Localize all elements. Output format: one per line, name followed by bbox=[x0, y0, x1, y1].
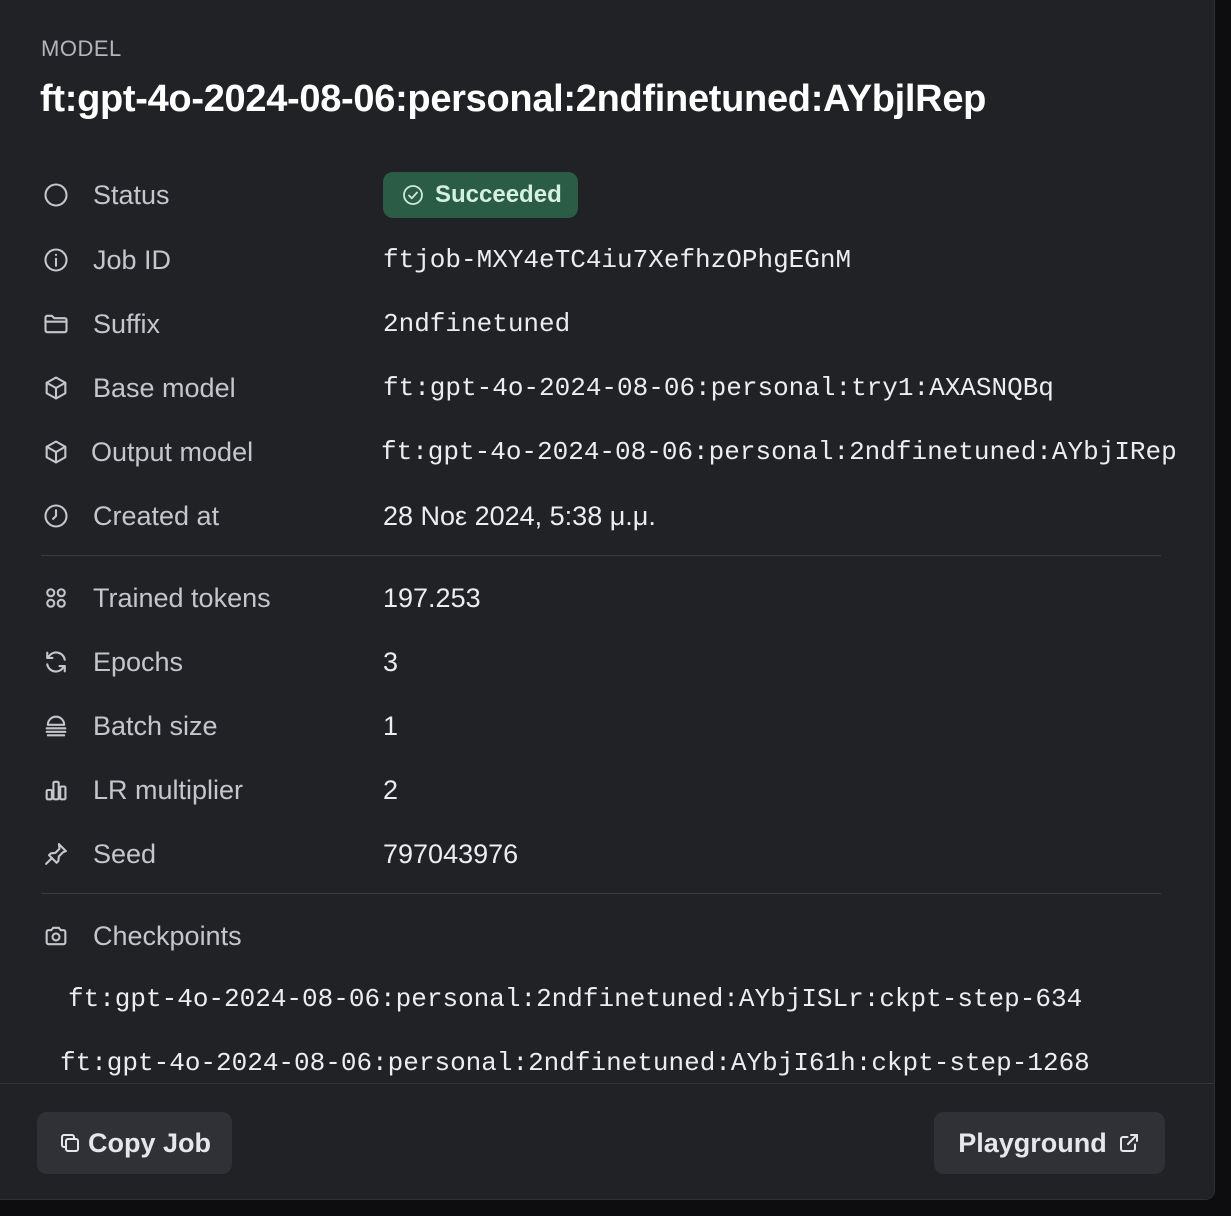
check-circle-icon bbox=[403, 185, 423, 205]
suffix-label: Suffix bbox=[93, 308, 161, 339]
created-at-row: Created at 28 Νοε 2024, 5:38 μ.μ. bbox=[41, 496, 1214, 536]
playground-button[interactable]: Playground bbox=[934, 1112, 1165, 1174]
trained-tokens-row: Trained tokens 197.253 bbox=[41, 578, 1214, 618]
checkpoints-row: Checkpoints bbox=[41, 916, 1214, 956]
job-id-label: Job ID bbox=[93, 244, 172, 275]
output-model-row: Output model ft:gpt-4o-2024-08-06:person… bbox=[41, 432, 1214, 472]
cube-icon bbox=[41, 373, 71, 403]
external-link-icon bbox=[1119, 1134, 1138, 1152]
epochs-label: Epochs bbox=[93, 646, 184, 677]
panel-footer: Copy Job Playground bbox=[0, 1083, 1214, 1199]
output-model-value[interactable]: ft:gpt-4o-2024-08-06:personal:2ndfinetun… bbox=[381, 437, 1177, 467]
copy-job-button[interactable]: Copy Job bbox=[37, 1112, 232, 1174]
epochs-value: 3 bbox=[383, 646, 399, 677]
status-row: Status Succeeded bbox=[41, 172, 1214, 218]
base-model-value[interactable]: ft:gpt-4o-2024-08-06:personal:try1:AXASN… bbox=[383, 373, 1054, 403]
suffix-value: 2ndfinetuned bbox=[383, 309, 571, 339]
model-detail-panel: MODEL ft:gpt-4o-2024-08-06:personal:2ndf… bbox=[0, 0, 1215, 1200]
copy-icon bbox=[60, 1134, 79, 1152]
cube-icon bbox=[41, 437, 71, 467]
dots-grid-icon bbox=[41, 583, 71, 613]
lr-multiplier-label: LR multiplier bbox=[93, 774, 244, 805]
trained-tokens-value: 197.253 bbox=[383, 582, 481, 613]
status-badge: Succeeded bbox=[383, 172, 578, 218]
section-eyebrow: MODEL bbox=[41, 36, 122, 61]
status-label: Status bbox=[93, 179, 170, 210]
checkpoint-item[interactable]: ft:gpt-4o-2024-08-06:personal:2ndfinetun… bbox=[68, 984, 1082, 1014]
seed-label: Seed bbox=[93, 838, 157, 869]
seed-value: 797043976 bbox=[383, 838, 519, 869]
batch-size-label: Batch size bbox=[93, 710, 218, 741]
copy-job-label: Copy Job bbox=[87, 1127, 211, 1158]
clock-icon bbox=[41, 501, 71, 531]
trained-tokens-label: Trained tokens bbox=[93, 582, 271, 613]
info-icon bbox=[41, 245, 71, 275]
circle-icon bbox=[41, 180, 71, 210]
camera-icon bbox=[41, 921, 71, 951]
checkpoint-item[interactable]: ft:gpt-4o-2024-08-06:personal:2ndfinetun… bbox=[60, 1048, 1090, 1078]
job-id-value[interactable]: ftjob-MXY4eTC4iu7XefhzOPhgEGnM bbox=[383, 245, 851, 275]
bar-chart-icon bbox=[41, 775, 71, 805]
batch-size-row: Batch size 1 bbox=[41, 706, 1214, 746]
section-divider bbox=[41, 555, 1161, 556]
base-model-label: Base model bbox=[93, 372, 236, 403]
created-at-label: Created at bbox=[93, 500, 220, 531]
lr-multiplier-value: 2 bbox=[383, 774, 399, 805]
seed-row: Seed 797043976 bbox=[41, 834, 1214, 874]
model-title: ft:gpt-4o-2024-08-06:personal:2ndfinetun… bbox=[40, 78, 987, 120]
status-value: Succeeded bbox=[435, 181, 562, 208]
pin-icon bbox=[41, 839, 71, 869]
epochs-row: Epochs 3 bbox=[41, 642, 1214, 682]
stack-icon bbox=[41, 711, 71, 741]
lr-multiplier-row: LR multiplier 2 bbox=[41, 770, 1214, 810]
folder-icon bbox=[41, 309, 71, 339]
suffix-row: Suffix 2ndfinetuned bbox=[41, 304, 1214, 344]
batch-size-value: 1 bbox=[383, 710, 399, 741]
refresh-icon bbox=[41, 647, 71, 677]
section-divider bbox=[41, 893, 1161, 894]
job-id-row: Job ID ftjob-MXY4eTC4iu7XefhzOPhgEGnM bbox=[41, 240, 1214, 280]
playground-label: Playground bbox=[958, 1127, 1107, 1158]
base-model-row: Base model ft:gpt-4o-2024-08-06:personal… bbox=[41, 368, 1214, 408]
output-model-label: Output model bbox=[91, 436, 254, 467]
checkpoints-label: Checkpoints bbox=[93, 920, 242, 951]
created-at-value: 28 Νοε 2024, 5:38 μ.μ. bbox=[383, 500, 656, 531]
